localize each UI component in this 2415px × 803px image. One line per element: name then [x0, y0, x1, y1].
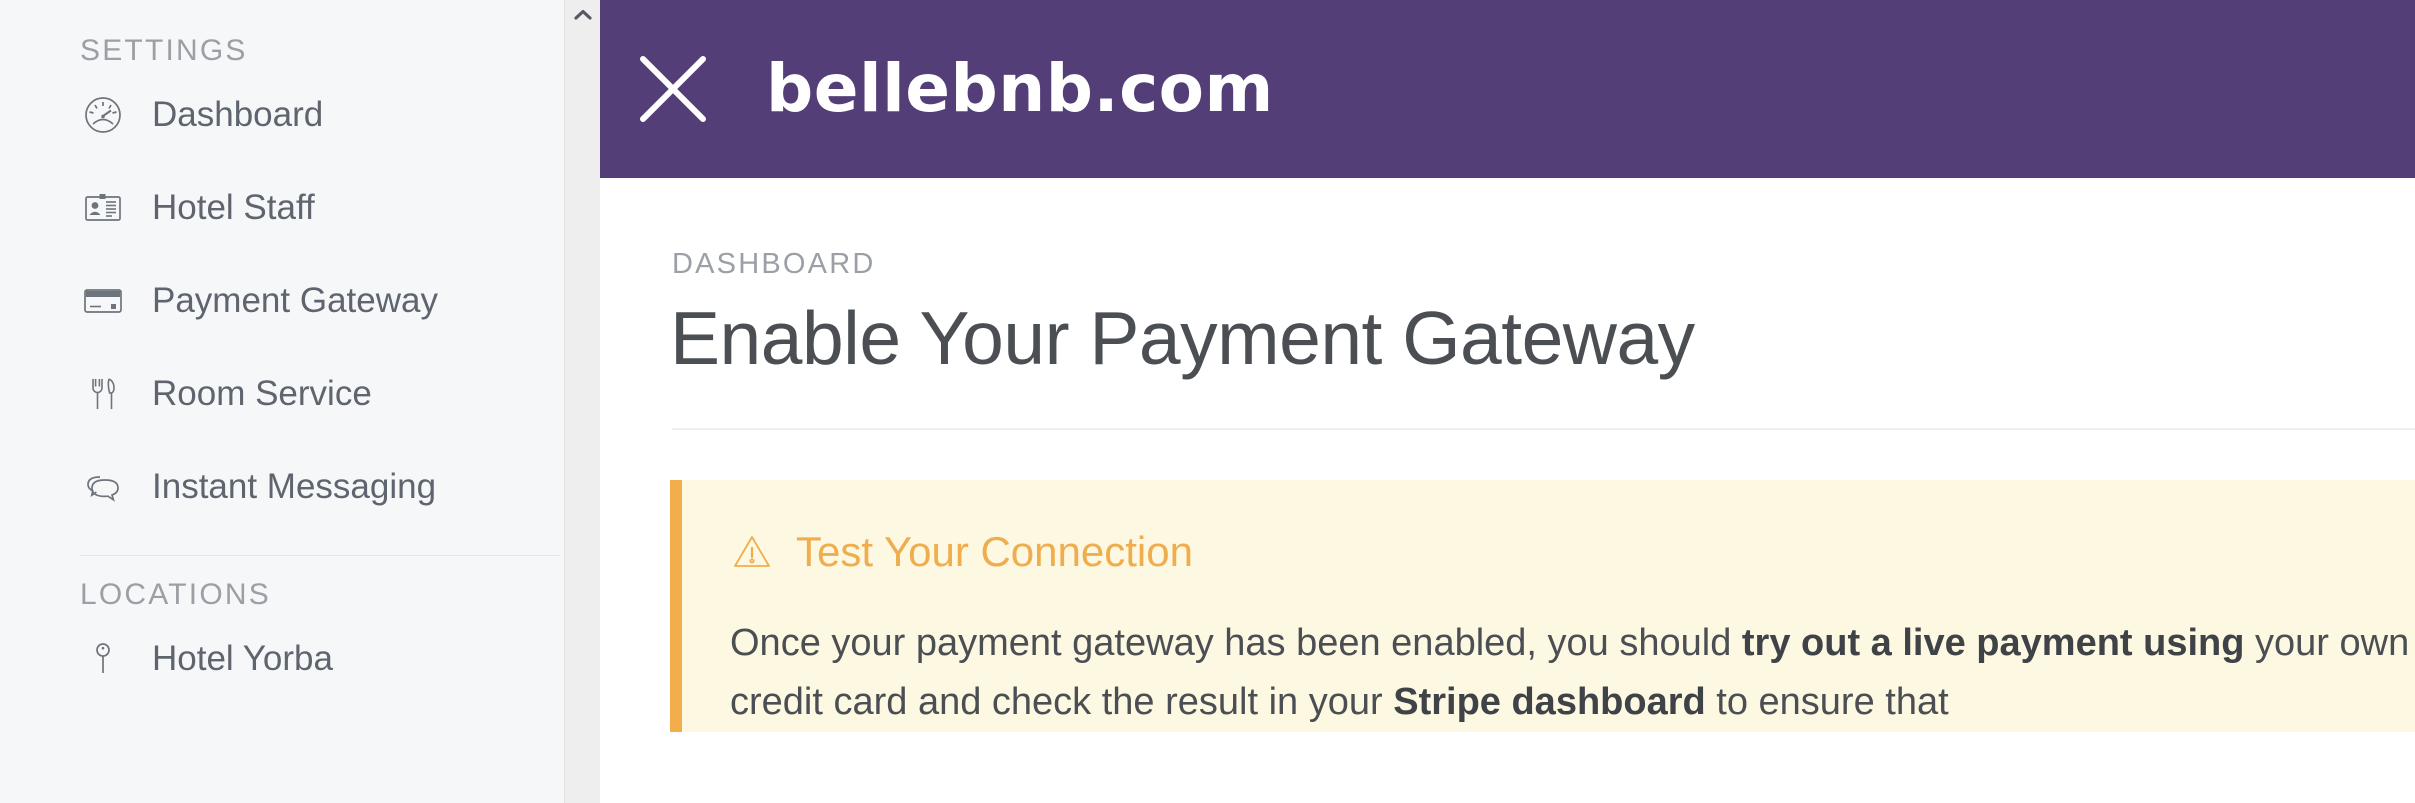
alert-header: Test Your Connection — [730, 530, 2415, 574]
sidebar-scrollbar[interactable] — [564, 0, 600, 803]
sidebar: SETTINGS Dashboard Hotel Staff Payment G… — [0, 0, 600, 803]
sidebar-item-instant-messaging[interactable]: Instant Messaging — [0, 440, 600, 533]
sidebar-item-label: Payment Gateway — [152, 281, 438, 320]
sidebar-item-room-service[interactable]: Room Service — [0, 347, 600, 440]
sidebar-item-dashboard[interactable]: Dashboard — [0, 68, 600, 161]
sidebar-nav-locations: Hotel Yorba — [0, 612, 600, 705]
alert-body: Once your payment gateway has been enabl… — [730, 614, 2415, 732]
id-card-icon — [80, 185, 126, 231]
alert-body-text-1: Once your payment gateway has been enabl… — [730, 622, 1742, 664]
sidebar-item-label: Instant Messaging — [152, 467, 437, 506]
sidebar-section-label-locations: LOCATIONS — [80, 578, 271, 611]
sidebar-item-hotel-staff[interactable]: Hotel Staff — [0, 161, 600, 254]
topbar: bellebnb.com — [600, 0, 2415, 178]
alert-title: Test Your Connection — [796, 528, 1193, 575]
map-pin-icon — [80, 636, 126, 682]
warning-triangle-icon — [730, 530, 774, 574]
sidebar-item-label: Room Service — [152, 374, 372, 413]
sidebar-item-label: Dashboard — [152, 95, 324, 134]
alert-body-text-3: to ensure that — [1705, 680, 1949, 723]
page-title: Enable Your Payment Gateway — [670, 296, 1695, 380]
sidebar-item-hotel-yorba[interactable]: Hotel Yorba — [0, 612, 600, 705]
main-content: bellebnb.com DASHBOARD Enable Your Payme… — [600, 0, 2415, 803]
app-root: SETTINGS Dashboard Hotel Staff Payment G… — [0, 0, 2415, 803]
title-divider — [672, 428, 2415, 430]
chat-bubbles-icon — [80, 464, 126, 510]
breadcrumb: DASHBOARD — [672, 248, 876, 280]
brand-logo[interactable]: bellebnb.com — [766, 56, 1274, 122]
close-icon[interactable] — [630, 46, 716, 132]
alert-body-strong-1: try out a live payment using — [1741, 622, 2245, 664]
cutlery-icon — [80, 371, 126, 417]
chevron-up-icon[interactable] — [565, 4, 600, 26]
sidebar-item-label: Hotel Yorba — [152, 639, 333, 678]
sidebar-item-label: Hotel Staff — [152, 188, 315, 227]
alert-test-connection: Test Your Connection Once your payment g… — [670, 480, 2415, 732]
page-body: DASHBOARD Enable Your Payment Gateway Te… — [600, 248, 2415, 732]
sidebar-item-payment-gateway[interactable]: Payment Gateway — [0, 254, 600, 347]
credit-card-icon — [80, 278, 126, 324]
sidebar-section-label-settings: SETTINGS — [80, 34, 248, 67]
speedometer-icon — [80, 92, 126, 138]
sidebar-nav-settings: Dashboard Hotel Staff Payment Gateway Ro… — [0, 68, 600, 533]
alert-body-strong-2: Stripe dashboard — [1393, 680, 1706, 723]
